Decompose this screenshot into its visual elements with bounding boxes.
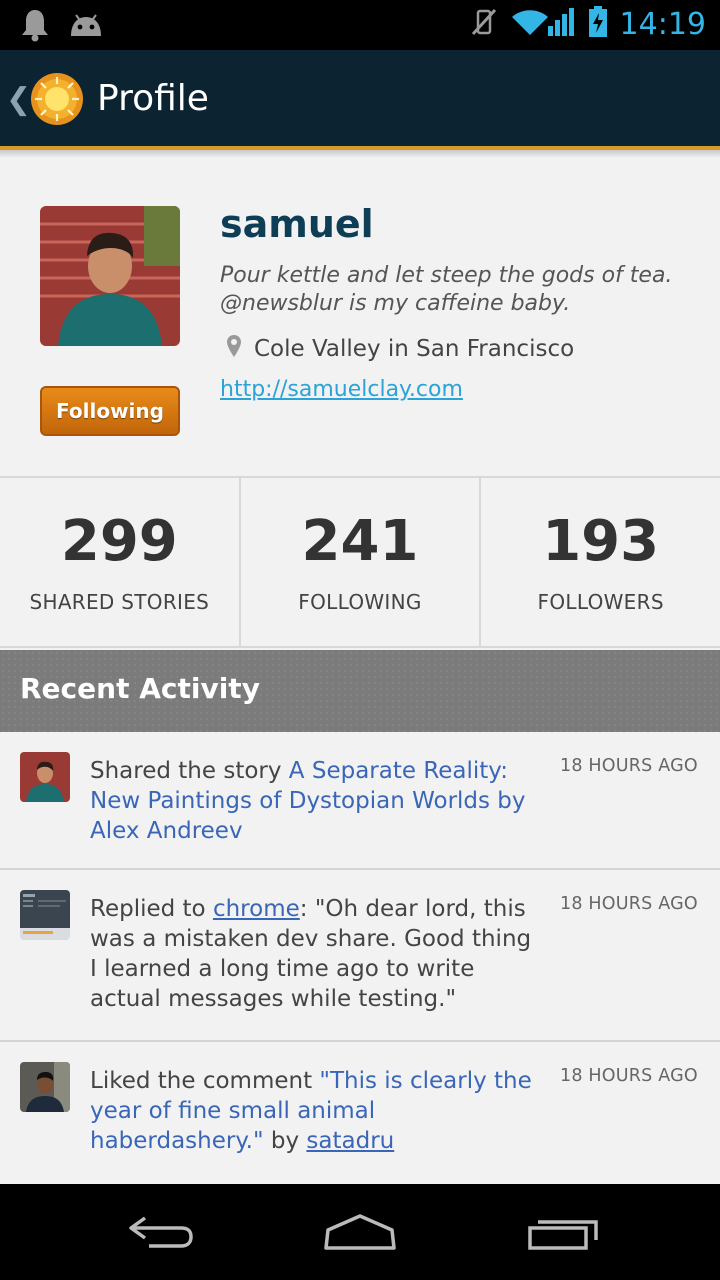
activity-action: Replied to: [90, 896, 213, 922]
activity-action: Liked the comment: [90, 1068, 320, 1094]
stat-label: FOLLOWERS: [537, 590, 664, 614]
recent-apps-icon[interactable]: [522, 1206, 602, 1258]
activity-thumbnail: [20, 890, 70, 940]
profile-bio: Pour kettle and let steep the gods of te…: [220, 263, 673, 316]
activity-avatar: [20, 752, 70, 802]
location-text: Cole Valley in San Francisco: [254, 336, 575, 362]
section-title: Recent Activity: [20, 672, 260, 705]
home-icon[interactable]: [320, 1206, 400, 1258]
activity-time: 18 HOURS AGO: [560, 1066, 698, 1086]
navigation-bar: [0, 1184, 720, 1280]
stat-followers[interactable]: 193 FOLLOWERS: [481, 478, 720, 646]
stat-shared-stories[interactable]: 299 SHARED STORIES: [0, 478, 241, 646]
activity-text: Liked the comment "This is clearly the y…: [90, 1066, 545, 1156]
newsblur-sun-icon[interactable]: [30, 72, 84, 126]
user-link[interactable]: satadru: [306, 1128, 394, 1154]
activity-text: Shared the story A Separate Reality: New…: [90, 756, 545, 846]
status-time: 14:19: [619, 6, 706, 42]
back-icon[interactable]: [120, 1206, 200, 1258]
profile-location: Cole Valley in San Francisco: [226, 334, 574, 364]
profile-stats: 299 SHARED STORIES 241 FOLLOWING 193 FOL…: [0, 476, 720, 648]
activity-time: 18 HOURS AGO: [560, 894, 698, 914]
user-link[interactable]: chrome: [213, 896, 300, 922]
activity-item[interactable]: Liked the comment "This is clearly the y…: [0, 1042, 720, 1184]
stat-following[interactable]: 241 FOLLOWING: [241, 478, 482, 646]
stat-label: SHARED STORIES: [29, 590, 210, 614]
activity-item[interactable]: Replied to chrome: "Oh dear lord, this w…: [0, 870, 720, 1042]
battery-charging-icon: [588, 6, 608, 42]
following-button[interactable]: Following: [40, 386, 180, 436]
recent-activity-header: Recent Activity: [0, 650, 720, 732]
signal-icon: [547, 6, 576, 42]
by-text: by: [263, 1128, 307, 1154]
stat-label: FOLLOWING: [298, 590, 422, 614]
activity-avatar: [20, 1062, 70, 1112]
notification-bell-icon: [20, 8, 50, 46]
wifi-icon: [510, 7, 550, 41]
activity-item[interactable]: Shared the story A Separate Reality: New…: [0, 732, 720, 870]
status-bar: 14:19: [0, 0, 720, 50]
stat-value: 193: [542, 509, 660, 574]
vibrate-mute-icon: [470, 7, 498, 41]
stat-value: 241: [301, 509, 419, 574]
profile-website-link[interactable]: http://samuelclay.com: [220, 377, 463, 402]
action-bar-shadow: [0, 150, 720, 158]
profile-username: samuel: [220, 202, 374, 246]
page-title: Profile: [97, 78, 209, 119]
android-icon: [68, 10, 104, 44]
activity-action: Shared the story: [90, 758, 289, 784]
location-pin-icon: [226, 334, 242, 364]
activity-text: Replied to chrome: "Oh dear lord, this w…: [90, 894, 545, 1014]
profile-avatar: [40, 206, 180, 346]
stat-value: 299: [60, 509, 178, 574]
activity-time: 18 HOURS AGO: [560, 756, 698, 776]
back-chevron-icon[interactable]: ❮: [6, 82, 31, 117]
